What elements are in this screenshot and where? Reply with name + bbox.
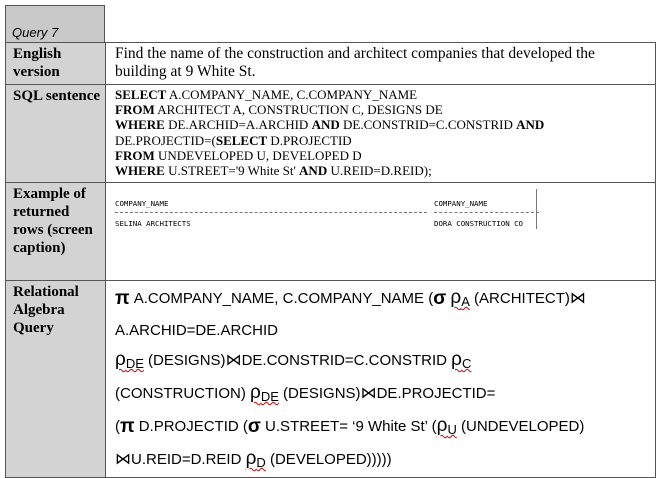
sql-line: WHERE U.STREET='9 White St' AND U.REID=D…: [115, 163, 432, 179]
ra-line: ρDE (DESIGNS)⋈DE.CONSTRID=C.CONSTRID ρC: [115, 349, 472, 371]
result-col1-separator: [115, 212, 427, 213]
relational-row: Relational Algebra Query π A.COMPANY_NAM…: [5, 280, 656, 478]
relational-algebra: π A.COMPANY_NAME, C.COMPANY_NAME (σ ρA (…: [105, 280, 656, 478]
rho-symbol: ρDE: [250, 382, 279, 404]
result-col2-header: COMPANY_NAME: [434, 199, 488, 208]
join-symbol: ⋈: [360, 385, 377, 402]
rho-symbol: ρD: [245, 448, 266, 470]
sql-line: FROM UNDEVELOPED U, DEVELOPED D: [115, 147, 362, 163]
ra-line: π A.COMPANY_NAME, C.COMPANY_NAME (σ ρA (…: [115, 287, 586, 309]
sigma-symbol: σ: [247, 416, 261, 437]
ra-line: (π D.PROJECTID (σ U.STREET= ‘9 White St’…: [115, 415, 585, 437]
ra-line: ⋈U.REID=D.REID ρD (DEVELOPED))))): [115, 448, 392, 470]
english-label: English version: [5, 42, 106, 85]
result-grid: COMPANY_NAME COMPANY_NAME SELINA ARCHITE…: [115, 185, 649, 277]
query-title: Query 7: [12, 25, 59, 40]
sql-label: SQL sentence: [5, 84, 106, 183]
sql-row: SQL sentence SELECT A.COMPANY_NAME, C.CO…: [5, 84, 656, 183]
rho-symbol: ρDE: [115, 349, 144, 371]
query-table: English version Find the name of the con…: [5, 42, 656, 478]
join-symbol: ⋈: [569, 290, 586, 307]
join-symbol: ⋈: [225, 352, 242, 369]
rho-symbol: ρU: [436, 415, 457, 437]
pi-symbol: π: [115, 288, 130, 309]
sql-sentence: SELECT A.COMPANY_NAME, C.COMPANY_NAME FR…: [105, 84, 656, 183]
result-col1-header: COMPANY_NAME: [115, 199, 169, 208]
query-document: Query 7 English version Find the name of…: [5, 5, 656, 478]
result-col2-value: DORA CONSTRUCTION CO: [434, 219, 523, 228]
example-row: Example of returned rows (screen caption…: [5, 182, 656, 281]
sql-line: SELECT A.COMPANY_NAME, C.COMPANY_NAME: [115, 87, 418, 102]
sql-line: FROM ARCHITECT A, CONSTRUCTION C, DESIGN…: [115, 102, 443, 118]
sql-line: WHERE DE.ARCHID=A.ARCHID AND DE.CONSTRID…: [115, 117, 545, 133]
example-label: Example of returned rows (screen caption…: [5, 182, 106, 281]
query-tab: Query 7: [5, 5, 105, 42]
pi-symbol: π: [120, 416, 135, 437]
result-col2-separator: [434, 212, 539, 213]
rho-symbol: ρA: [450, 287, 470, 309]
relational-label: Relational Algebra Query: [5, 280, 106, 478]
ra-line: A.ARCHID=DE.ARCHID: [115, 322, 278, 339]
english-text: Find the name of the construction and ar…: [105, 42, 656, 85]
example-screenshot: COMPANY_NAME COMPANY_NAME SELINA ARCHITE…: [105, 182, 656, 281]
result-col1-value: SELINA ARCHITECTS: [115, 219, 191, 228]
ra-line: (CONSTRUCTION) ρDE (DESIGNS)⋈DE.PROJECTI…: [115, 382, 496, 404]
result-cursor-line: [536, 189, 537, 229]
join-symbol: ⋈: [115, 451, 131, 468]
sql-line: DE.PROJECTID=(SELECT D.PROJECTID: [115, 132, 352, 148]
sigma-symbol: σ: [433, 288, 447, 309]
rho-symbol: ρC: [451, 349, 472, 371]
english-row: English version Find the name of the con…: [5, 42, 656, 85]
